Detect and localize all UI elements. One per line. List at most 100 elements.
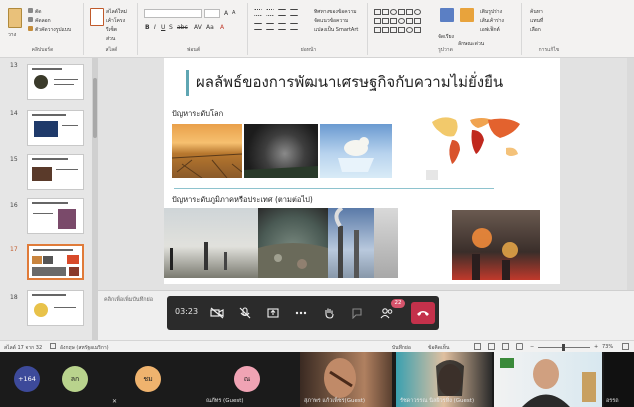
mic-off-icon[interactable] [235,303,255,323]
video-tile[interactable]: สุภาพร แก้วเพ็ชร(Guest) [300,352,392,407]
align-text-button[interactable]: จัดแนวข้อความ [314,17,348,25]
increase-indent-icon[interactable] [290,9,298,16]
slide-thumbnail-17[interactable] [27,244,84,280]
zoom-level[interactable]: 73% [602,344,613,350]
cut-button[interactable]: ตัด [35,8,42,16]
camera-off-icon[interactable] [207,303,227,323]
more-participants-badge[interactable]: +164 [14,366,40,392]
slideshow-icon[interactable] [516,343,523,350]
thumb-number: 15 [10,156,18,163]
font-group-label: ฟอนต์ [186,47,201,53]
raise-hand-icon[interactable] [319,303,339,323]
new-slide-icon[interactable] [90,8,104,26]
replace-button[interactable]: แทนที่ [530,17,543,25]
shrink-font-icon[interactable]: A [232,10,235,16]
numbering-icon[interactable] [266,9,274,16]
normal-view-icon[interactable] [474,343,481,350]
italic-icon[interactable]: I [154,24,156,31]
convert-smartart-button[interactable]: แปลงเป็น SmartArt [314,26,358,34]
arrange-button[interactable]: จัดเรียง [438,33,454,41]
cut-icon[interactable] [28,8,33,13]
quick-styles-icon[interactable] [460,8,474,22]
slide-thumbnail-18[interactable] [27,290,84,326]
shape-effects-button[interactable]: เอฟเฟ็กต์ [480,26,500,34]
shapes-gallery[interactable] [374,9,430,39]
powerpoint-ribbon: วาง ตัด คัดลอก ตัวคัดวางรูปแบบ คลิปบอร์ด… [0,0,634,58]
copy-icon[interactable] [28,17,33,22]
reset-button[interactable]: รีเซ็ต [106,26,117,34]
grow-font-icon[interactable]: A [224,10,228,17]
avatar[interactable]: ชม [135,366,161,392]
slide-thumbnail-15[interactable] [27,154,84,190]
slide-thumbnail-13[interactable] [27,64,84,100]
reading-view-icon[interactable] [502,343,509,350]
global-problems-heading: ปัญหาระดับโลก [172,109,224,118]
video-tile[interactable]: รัชดาวรรณ นิลผิวรหิ่ง (Guest) [396,352,492,407]
zoom-in-icon[interactable]: + [594,344,598,350]
decrease-indent-icon[interactable] [278,9,286,16]
video-tile[interactable]: อรรถ [604,352,634,407]
zoom-out-icon[interactable]: − [530,344,534,350]
copy-button[interactable]: คัดลอก [35,17,51,25]
more-icon[interactable] [291,303,311,323]
call-timer: 03:23 [175,307,199,316]
editor-scrollbar[interactable] [627,58,634,290]
notes-button[interactable]: บันทึกย่อ [392,344,411,352]
protest-photo [452,210,540,280]
slide-thumbnail-16[interactable] [27,198,84,234]
bold-icon[interactable]: B [145,24,150,31]
section-button[interactable]: ส่วน [106,35,115,43]
text-direction-button[interactable]: ทิศทางของข้อความ [314,8,357,16]
slide-thumbnail-14[interactable] [27,110,84,146]
font-name-box[interactable] [144,9,202,18]
new-slide-button[interactable]: สไลด์ใหม่ [106,8,127,16]
slide-title: ผลลัพธ์ของการพัฒนาเศรษฐกิจกับความไม่ยั่ง… [196,73,504,91]
strikethrough-icon[interactable]: abc [177,24,188,31]
hang-up-button[interactable] [411,302,435,324]
paste-icon[interactable] [8,8,22,28]
participant-name: สุภาพร แก้วเพ็ชร(Guest) [304,398,365,404]
shape-fill-button[interactable]: เติมรูปร่าง [480,8,502,16]
paragraph-group-label: ย่อหน้า [300,47,317,53]
change-case-icon[interactable]: Aa [206,24,214,31]
char-spacing-icon[interactable]: AV [194,24,202,31]
avatar[interactable]: ณ [234,366,260,392]
haze-city-photo [164,208,258,278]
video-tile[interactable] [494,352,602,407]
avatar[interactable]: ลก [62,366,88,392]
share-icon[interactable] [263,303,283,323]
find-button[interactable]: ค้นหา [530,8,543,16]
participant-name: รัชดาวรรณ นิลผิวรหิ่ง (Guest) [400,398,475,404]
storm-photo [244,124,318,178]
chat-icon[interactable] [347,303,367,323]
comments-button[interactable]: ข้อคิดเห็น [428,344,449,352]
justify-icon[interactable] [290,23,298,30]
layout-button[interactable]: เค้าโครง [106,17,125,25]
font-color-icon[interactable]: A [220,24,224,31]
teams-screen-share-window: วาง ตัด คัดลอก ตัวคัดวางรูปแบบ คลิปบอร์ด… [0,0,634,407]
underline-icon[interactable]: U [161,24,165,31]
notes-placeholder: คลิกเพื่อเพิ่มบันทึกย่อ [104,297,154,303]
select-button[interactable]: เลือก [530,26,541,34]
slides-group-label: สไลด์ [105,47,118,53]
align-left-icon[interactable] [254,23,262,30]
arrange-icon[interactable] [440,8,454,22]
align-center-icon[interactable] [266,23,274,30]
align-right-icon[interactable] [278,23,286,30]
zoom-slider[interactable] [538,344,590,351]
slide-sorter-icon[interactable] [488,343,495,350]
shadow-icon[interactable]: S [169,24,173,31]
language-indicator[interactable]: อังกฤษ (สหรัฐอเมริกา) [60,344,109,352]
format-painter-button[interactable]: ตัวคัดวางรูปแบบ [35,26,71,34]
format-painter-icon[interactable] [28,26,33,31]
fit-slide-icon[interactable] [622,343,629,350]
spellcheck-icon[interactable] [50,343,56,349]
shape-outline-button[interactable]: เส้นเค้าร่าง [480,17,504,25]
participant-name: ณภัทร (Guest) [206,398,244,404]
bullets-icon[interactable] [254,9,262,16]
thumb-number: 14 [10,110,18,117]
thumb-number: 18 [10,294,18,301]
font-size-box[interactable] [204,9,220,18]
current-slide[interactable]: ผลลัพธ์ของการพัฒนาเศรษฐกิจกับความไม่ยั่ง… [164,58,560,284]
polar-bear-photo [320,124,392,178]
